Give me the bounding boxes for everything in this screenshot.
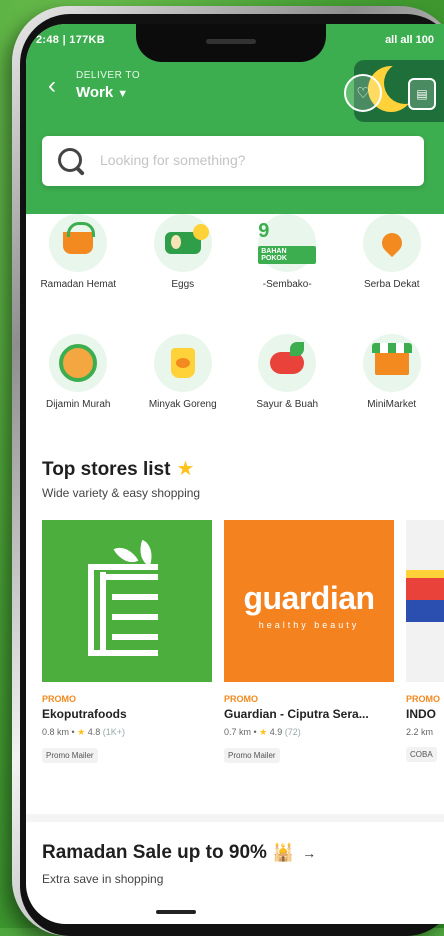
sembako-number: 9: [258, 220, 269, 243]
category-label: -Sembako-: [239, 278, 335, 291]
store-meta: 0.7 km • ★ 4.9 (72): [224, 727, 394, 738]
promo-label: PROMO: [42, 694, 212, 704]
category-label: Ramadan Hemat: [30, 278, 126, 291]
store-icon: [363, 334, 421, 392]
section-divider: [26, 814, 444, 822]
location-name: Work: [76, 84, 113, 101]
vegetables-icon: [258, 334, 316, 392]
location-pin-icon: [363, 214, 421, 272]
store-logo-ekoputrafoods: [42, 520, 212, 682]
category-minyak-goreng[interactable]: Minyak Goreng: [131, 334, 236, 446]
category-minimarket[interactable]: MiniMarket: [340, 334, 444, 446]
ramadan-sale-subtitle: Extra save in shopping: [42, 872, 163, 886]
category-eggs[interactable]: Eggs: [131, 214, 236, 326]
app-screen: 2:48 | 177KB all all 100 ‹ DELIVER TO Wo…: [26, 24, 444, 924]
store-reviews: (72): [285, 727, 301, 737]
caret-down-icon: ▼: [117, 88, 128, 100]
store-name: Ekoputrafoods: [42, 707, 212, 721]
chevron-left-icon: ‹: [48, 72, 56, 99]
star-icon: ★: [77, 727, 85, 737]
category-label: Sayur & Buah: [239, 398, 335, 411]
favorites-heart-icon[interactable]: ♡: [344, 74, 382, 112]
store-name: INDO: [406, 707, 444, 721]
status-time: 2:48 | 177KB: [36, 34, 105, 46]
back-button[interactable]: ‹: [48, 74, 56, 98]
location-selector[interactable]: Work ▼: [76, 84, 128, 101]
sembako-icon: 9 BAHAN POKOK: [258, 214, 316, 272]
store-name: Guardian - Ciputra Sera...: [224, 707, 394, 721]
promo-label: PROMO: [406, 694, 444, 704]
mosque-icon: 🕌: [273, 843, 294, 862]
oil-bag-icon: [154, 334, 212, 392]
guardian-tagline: healthy beauty: [224, 620, 394, 630]
ekoputrafoods-logo-icon: [88, 564, 158, 656]
orders-book-icon[interactable]: ▤: [408, 78, 436, 110]
store-meta: 2.2 km: [406, 727, 444, 737]
category-serba-dekat[interactable]: Serba Dekat: [340, 214, 444, 326]
search-input[interactable]: Looking for something?: [100, 152, 246, 168]
basket-icon: [49, 214, 107, 272]
store-card-guardian[interactable]: guardian healthy beauty PROMO Guardian -…: [224, 520, 394, 763]
store-logo-guardian: guardian healthy beauty: [224, 520, 394, 682]
store-rating: 4.9: [270, 727, 283, 737]
store-card-indo[interactable]: PROMO INDO 2.2 km COBA: [406, 520, 444, 763]
search-icon: [58, 148, 82, 172]
eggs-icon: [154, 214, 212, 272]
ramadan-promo-cluster: ♡ ▤: [334, 60, 444, 122]
ramadan-sale-title-text: Ramadan Sale up to 90%: [42, 842, 267, 863]
category-label: MiniMarket: [344, 398, 440, 411]
store-chip: Promo Mailer: [224, 748, 280, 763]
category-ramadan-hemat[interactable]: Ramadan Hemat: [26, 214, 131, 326]
category-grid: Ramadan Hemat Eggs 9 BAHAN POKOK -Sembako…: [26, 214, 444, 446]
sembako-badge: BAHAN POKOK: [258, 246, 316, 264]
category-dijamin-murah[interactable]: Dijamin Murah: [26, 334, 131, 446]
category-label: Dijamin Murah: [30, 398, 126, 411]
store-chip: Promo Mailer: [42, 748, 98, 763]
top-stores-title-text: Top stores list: [42, 459, 170, 480]
status-signal: all all 100: [385, 34, 434, 46]
ramadan-sale-title[interactable]: Ramadan Sale up to 90% 🕌 →: [42, 842, 316, 864]
category-label: Eggs: [135, 278, 231, 291]
category-label: Minyak Goreng: [135, 398, 231, 411]
search-bar[interactable]: Looking for something?: [42, 136, 424, 186]
top-stores-subtitle: Wide variety & easy shopping: [42, 486, 200, 500]
star-icon: ★: [259, 727, 267, 737]
guardian-logo-text: guardian: [224, 580, 394, 617]
store-meta: 0.8 km • ★ 4.8 (1K+): [42, 727, 212, 738]
top-stores-title: Top stores list ★: [42, 456, 194, 481]
store-chip: COBA: [406, 747, 437, 762]
star-icon: ★: [176, 458, 194, 480]
store-distance: 0.8 km: [42, 727, 69, 737]
arrow-right-icon: →: [302, 845, 316, 861]
store-rating: 4.8: [88, 727, 101, 737]
badge-icon: [49, 334, 107, 392]
deliver-to-label: DELIVER TO: [76, 70, 140, 81]
category-sayur-buah[interactable]: Sayur & Buah: [235, 334, 340, 446]
category-sembako[interactable]: 9 BAHAN POKOK -Sembako-: [235, 214, 340, 326]
category-label: Serba Dekat: [344, 278, 440, 291]
store-reviews: (1K+): [103, 727, 125, 737]
store-logo-indo: [406, 520, 444, 682]
store-distance: 0.7 km: [224, 727, 251, 737]
phone-notch: [136, 24, 326, 62]
promo-label: PROMO: [224, 694, 394, 704]
home-indicator: [156, 910, 196, 914]
store-carousel[interactable]: PROMO Ekoputrafoods 0.8 km • ★ 4.8 (1K+)…: [42, 520, 444, 763]
store-distance: 2.2 km: [406, 727, 433, 737]
speaker: [206, 39, 256, 44]
store-card-ekoputrafoods[interactable]: PROMO Ekoputrafoods 0.8 km • ★ 4.8 (1K+)…: [42, 520, 212, 763]
